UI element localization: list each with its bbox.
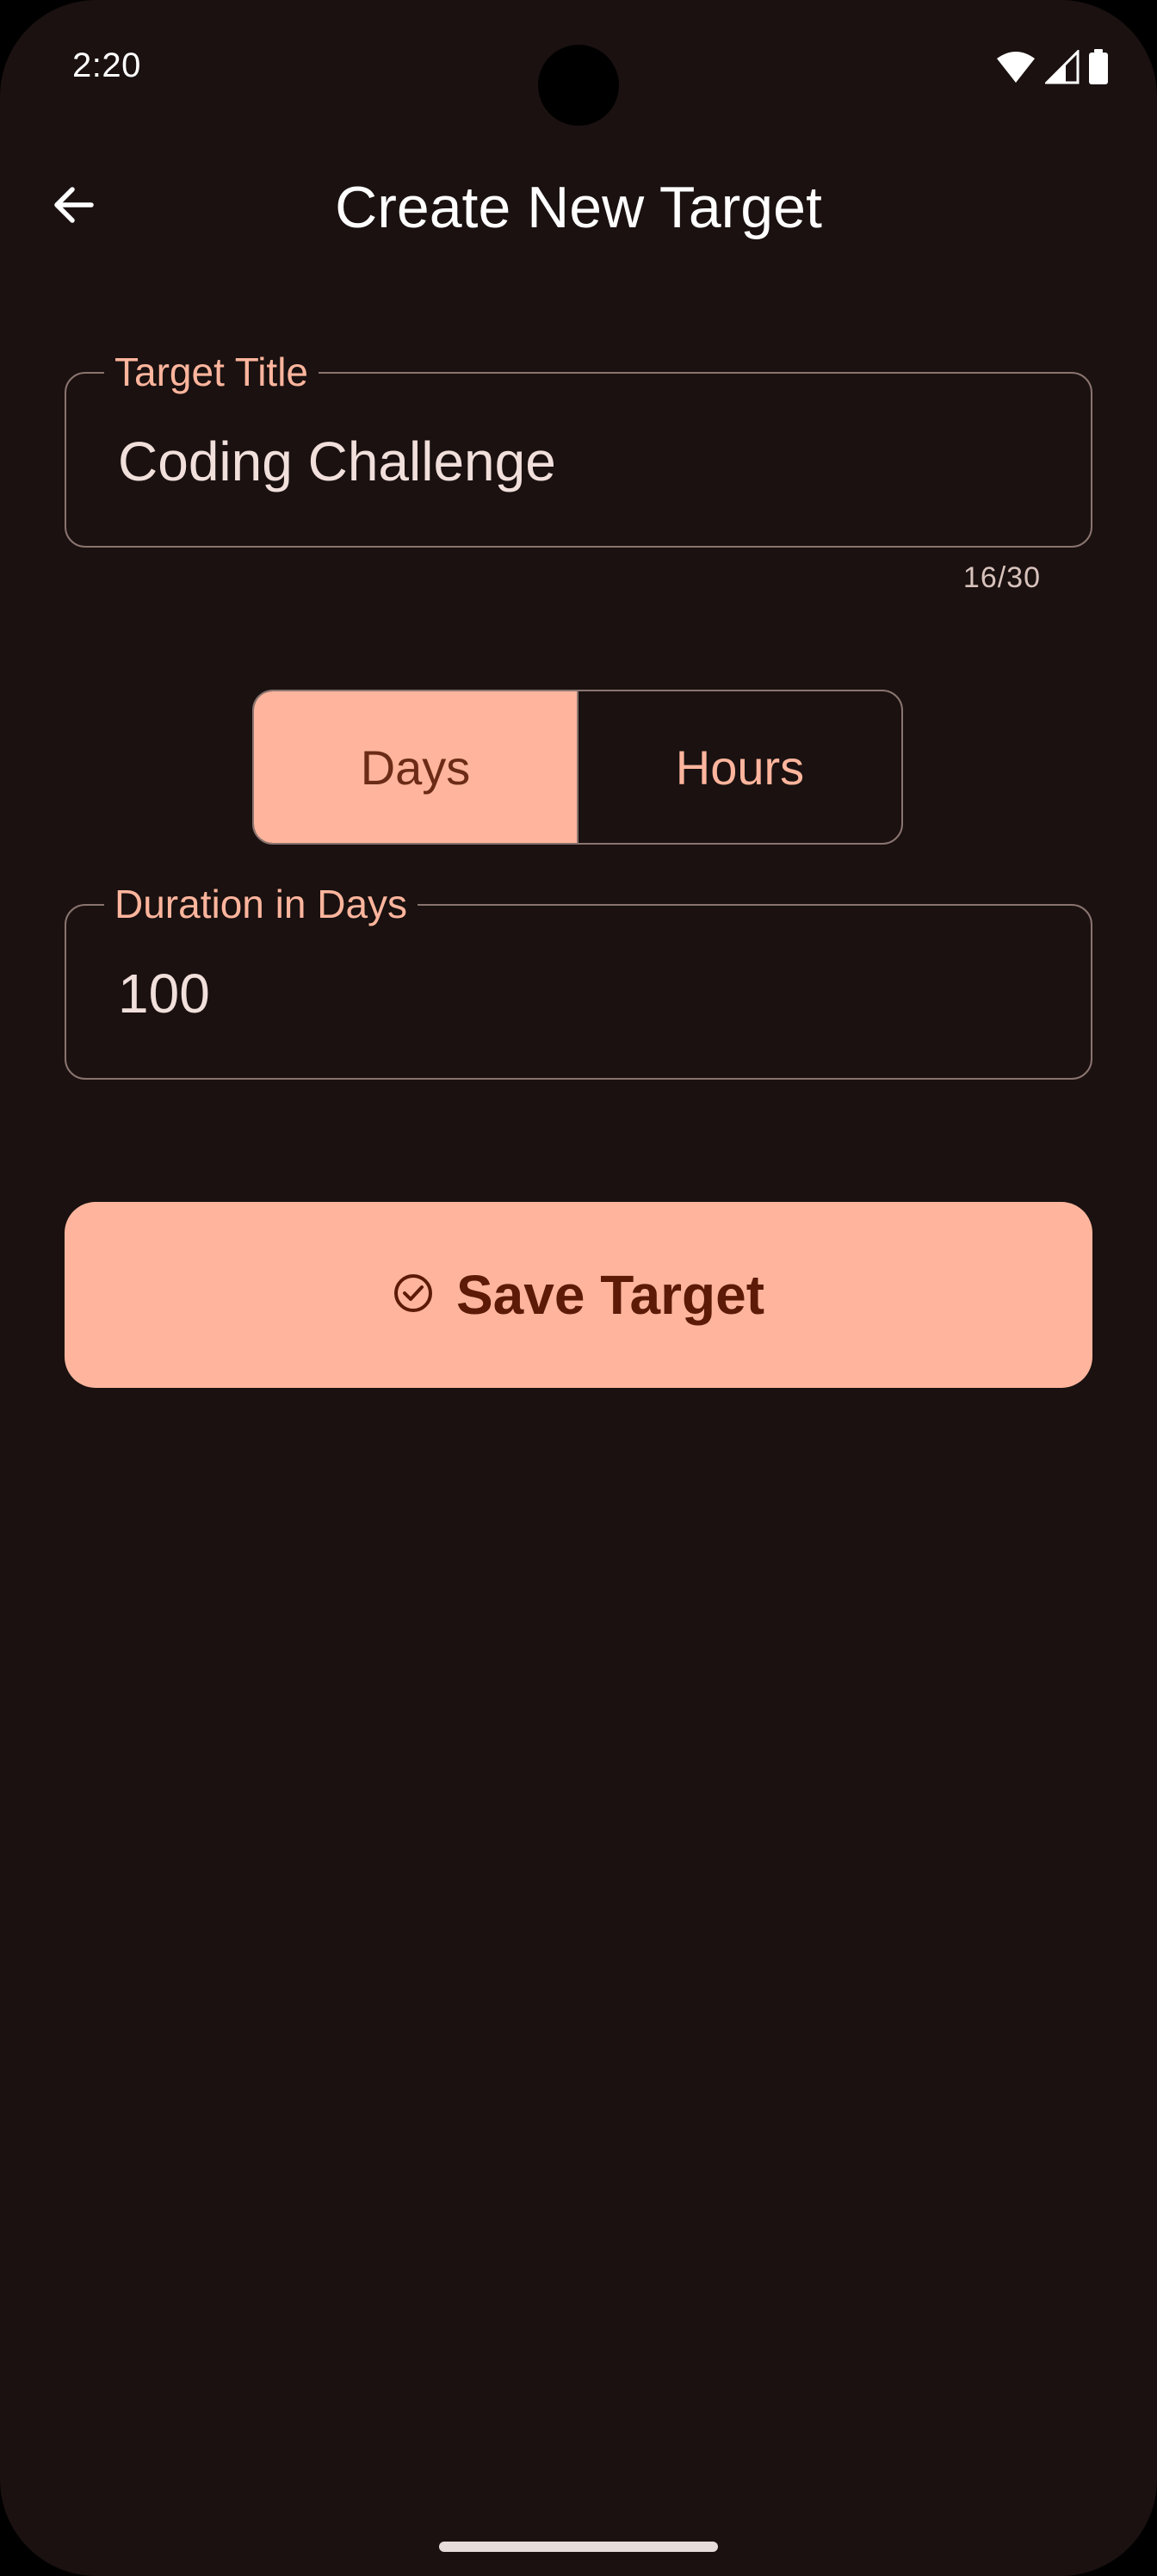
character-counter: 16/30 xyxy=(962,561,1041,594)
battery-icon xyxy=(1088,49,1109,85)
screen: 2:20 Create New Target Target Title Codi… xyxy=(0,0,1157,2576)
wifi-icon xyxy=(995,50,1036,84)
toggle-days-button[interactable]: Days xyxy=(254,691,577,843)
page-title: Create New Target xyxy=(335,175,822,240)
save-target-button[interactable]: Save Target xyxy=(65,1202,1092,1388)
check-circle-icon xyxy=(393,1273,434,1318)
target-title-field[interactable]: Target Title Coding Challenge xyxy=(65,348,1092,548)
save-target-label: Save Target xyxy=(455,1264,765,1326)
unit-toggle: Days Hours xyxy=(252,690,903,845)
camera-cutout xyxy=(538,45,619,126)
duration-label: Duration in Days xyxy=(104,880,418,928)
signal-icon xyxy=(1045,50,1080,84)
status-icons xyxy=(995,48,1109,86)
target-title-label: Target Title xyxy=(104,348,319,396)
target-title-input[interactable]: Coding Challenge xyxy=(118,427,556,496)
status-time: 2:20 xyxy=(72,46,141,84)
home-indicator[interactable] xyxy=(439,2542,718,2552)
toggle-hours-button[interactable]: Hours xyxy=(577,691,901,843)
duration-field[interactable]: Duration in Days 100 xyxy=(65,880,1092,1080)
duration-input[interactable]: 100 xyxy=(118,959,210,1028)
